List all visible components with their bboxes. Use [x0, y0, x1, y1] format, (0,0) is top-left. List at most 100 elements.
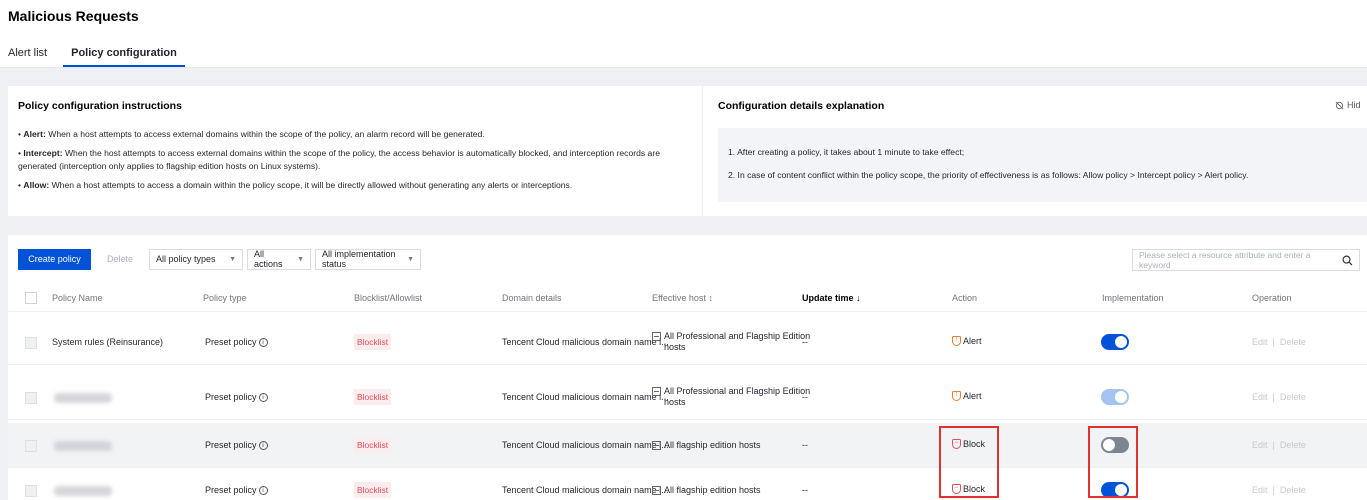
col-action: Action	[952, 293, 978, 303]
delete-button[interactable]: Delete	[95, 248, 145, 270]
row-checkbox[interactable]	[25, 337, 37, 349]
col-blocklist: Blocklist/Allowlist	[354, 293, 423, 303]
caret-down-icon: ▼	[407, 255, 414, 263]
tab-alert-list[interactable]: Alert list	[8, 47, 47, 67]
implementation-toggle[interactable]	[1101, 334, 1129, 350]
table-toolbar: Create policy Delete All policy types ▼ A…	[18, 248, 425, 270]
edit-link[interactable]: Edit	[1252, 392, 1268, 402]
host-icon	[652, 486, 661, 496]
table-header: Policy Name Policy type Blocklist/Allowl…	[8, 284, 1367, 312]
info-icon[interactable]: i	[258, 338, 268, 348]
edit-link[interactable]: Edit	[1252, 485, 1268, 495]
update-time: --	[802, 440, 808, 450]
tab-policy-configuration[interactable]: Policy configuration	[63, 47, 185, 67]
update-time: --	[802, 392, 808, 402]
host-icon	[652, 441, 661, 451]
domain-details[interactable]: Tencent Cloud malicious domain name l...	[502, 485, 669, 495]
table-row: Preset policy i Blocklist Tencent Cloud m…	[8, 375, 1367, 420]
host-icon	[652, 387, 661, 397]
highlight-box-action	[939, 426, 999, 498]
row-checkbox[interactable]	[25, 440, 37, 452]
instruction-allow: • Allow: When a host attempts to access …	[18, 180, 573, 190]
alert-shield-icon: !	[952, 336, 961, 346]
domain-details[interactable]: Tencent Cloud malicious domain name l...	[502, 337, 669, 347]
search-input[interactable]: Please select a resource attribute and e…	[1132, 249, 1360, 271]
eye-off-icon	[1335, 101, 1344, 109]
redacted-policy-name	[54, 441, 112, 451]
redacted-policy-name	[54, 393, 112, 403]
instruction-alert: • Alert: When a host attempts to access …	[18, 129, 485, 139]
effective-host: All flagship edition hosts	[652, 485, 761, 496]
operation-links: Edit | Delete	[1252, 485, 1306, 495]
alert-shield-icon: !	[952, 391, 961, 401]
caret-down-icon: ▼	[297, 255, 304, 263]
blocklist-tag: Blocklist	[354, 334, 392, 350]
col-update-time[interactable]: Update time ↓	[802, 293, 861, 303]
domain-details[interactable]: Tencent Cloud malicious domain name l...	[502, 440, 669, 450]
instructions-title: Policy configuration instructions	[18, 100, 182, 112]
implementation-status-select[interactable]: All implementation status ▼	[315, 248, 421, 270]
effective-host: All Professional and Flagship Edition hos…	[652, 331, 810, 353]
actions-select[interactable]: All actions ▼	[247, 248, 311, 270]
row-checkbox[interactable]	[25, 485, 37, 497]
col-operation: Operation	[1252, 293, 1292, 303]
top-bar: Malicious Requests Alert list Policy con…	[0, 0, 1367, 68]
operation-links: Edit | Delete	[1252, 337, 1306, 347]
delete-link[interactable]: Delete	[1280, 440, 1306, 450]
table-row: Preset policy i Blocklist Tencent Cloud m…	[8, 468, 1367, 500]
edit-link[interactable]: Edit	[1252, 440, 1268, 450]
policy-name: System rules (Reinsurance)	[52, 337, 164, 347]
info-icon[interactable]: i	[258, 393, 268, 403]
explanation-item-2: 2. In case of content conflict within th…	[728, 170, 1249, 180]
blocklist-tag: Blocklist	[354, 389, 392, 405]
explanation-panel: Configuration details explanation 1. Aft…	[718, 100, 1367, 202]
action-value: ! Alert	[952, 391, 982, 401]
col-effective-host[interactable]: Effective host ↕	[652, 293, 713, 303]
select-all-checkbox[interactable]	[25, 292, 37, 304]
delete-link[interactable]: Delete	[1280, 392, 1306, 402]
col-policy-type: Policy type	[203, 293, 247, 303]
blocklist-tag: Blocklist	[354, 482, 392, 498]
operation-links: Edit | Delete	[1252, 392, 1306, 402]
blocklist-tag: Blocklist	[354, 437, 392, 453]
policy-type: Preset policy i	[205, 440, 268, 451]
delete-link[interactable]: Delete	[1280, 337, 1306, 347]
effective-host: All flagship edition hosts	[652, 440, 761, 451]
row-checkbox[interactable]	[25, 392, 37, 404]
tabs-divider	[0, 67, 1367, 68]
host-icon	[652, 332, 661, 342]
highlight-box-implementation	[1088, 426, 1138, 498]
hide-link[interactable]: Hid	[1335, 100, 1361, 110]
policy-table-card: Create policy Delete All policy types ▼ A…	[8, 235, 1367, 500]
redacted-policy-name	[54, 486, 112, 496]
col-implementation: Implementation	[1102, 293, 1164, 303]
col-policy-name: Policy Name	[52, 293, 103, 303]
tab-bar: Alert list Policy configuration	[8, 47, 207, 67]
col-domain: Domain details	[502, 293, 562, 303]
update-time: --	[802, 337, 808, 347]
explanation-item-1: 1. After creating a policy, it takes abo…	[728, 147, 965, 157]
policy-type: Preset policy i	[205, 337, 268, 348]
info-icon[interactable]: i	[258, 486, 268, 496]
operation-links: Edit | Delete	[1252, 440, 1306, 450]
create-policy-button[interactable]: Create policy	[18, 248, 91, 270]
action-value: ! Alert	[952, 336, 982, 346]
policy-type-select[interactable]: All policy types ▼	[149, 248, 243, 270]
policy-type: Preset policy i	[205, 485, 268, 496]
search-icon[interactable]	[1342, 255, 1353, 266]
info-icon[interactable]: i	[258, 441, 268, 451]
page-title: Malicious Requests	[8, 8, 139, 24]
effective-host: All Professional and Flagship Edition hos…	[652, 386, 810, 408]
explanation-title: Configuration details explanation	[718, 100, 885, 112]
domain-details[interactable]: Tencent Cloud malicious domain name l...	[502, 392, 669, 402]
instructions-panel: Policy configuration instructions • Aler…	[18, 100, 698, 192]
caret-down-icon: ▼	[229, 255, 236, 263]
delete-link[interactable]: Delete	[1280, 485, 1306, 495]
edit-link[interactable]: Edit	[1252, 337, 1268, 347]
implementation-toggle[interactable]	[1101, 389, 1129, 405]
info-card: Policy configuration instructions • Aler…	[8, 86, 1367, 216]
policy-type: Preset policy i	[205, 392, 268, 403]
update-time: --	[802, 485, 808, 495]
table-row: System rules (Reinsurance) Preset policy…	[8, 320, 1367, 365]
explanation-box: 1. After creating a policy, it takes abo…	[718, 128, 1367, 202]
